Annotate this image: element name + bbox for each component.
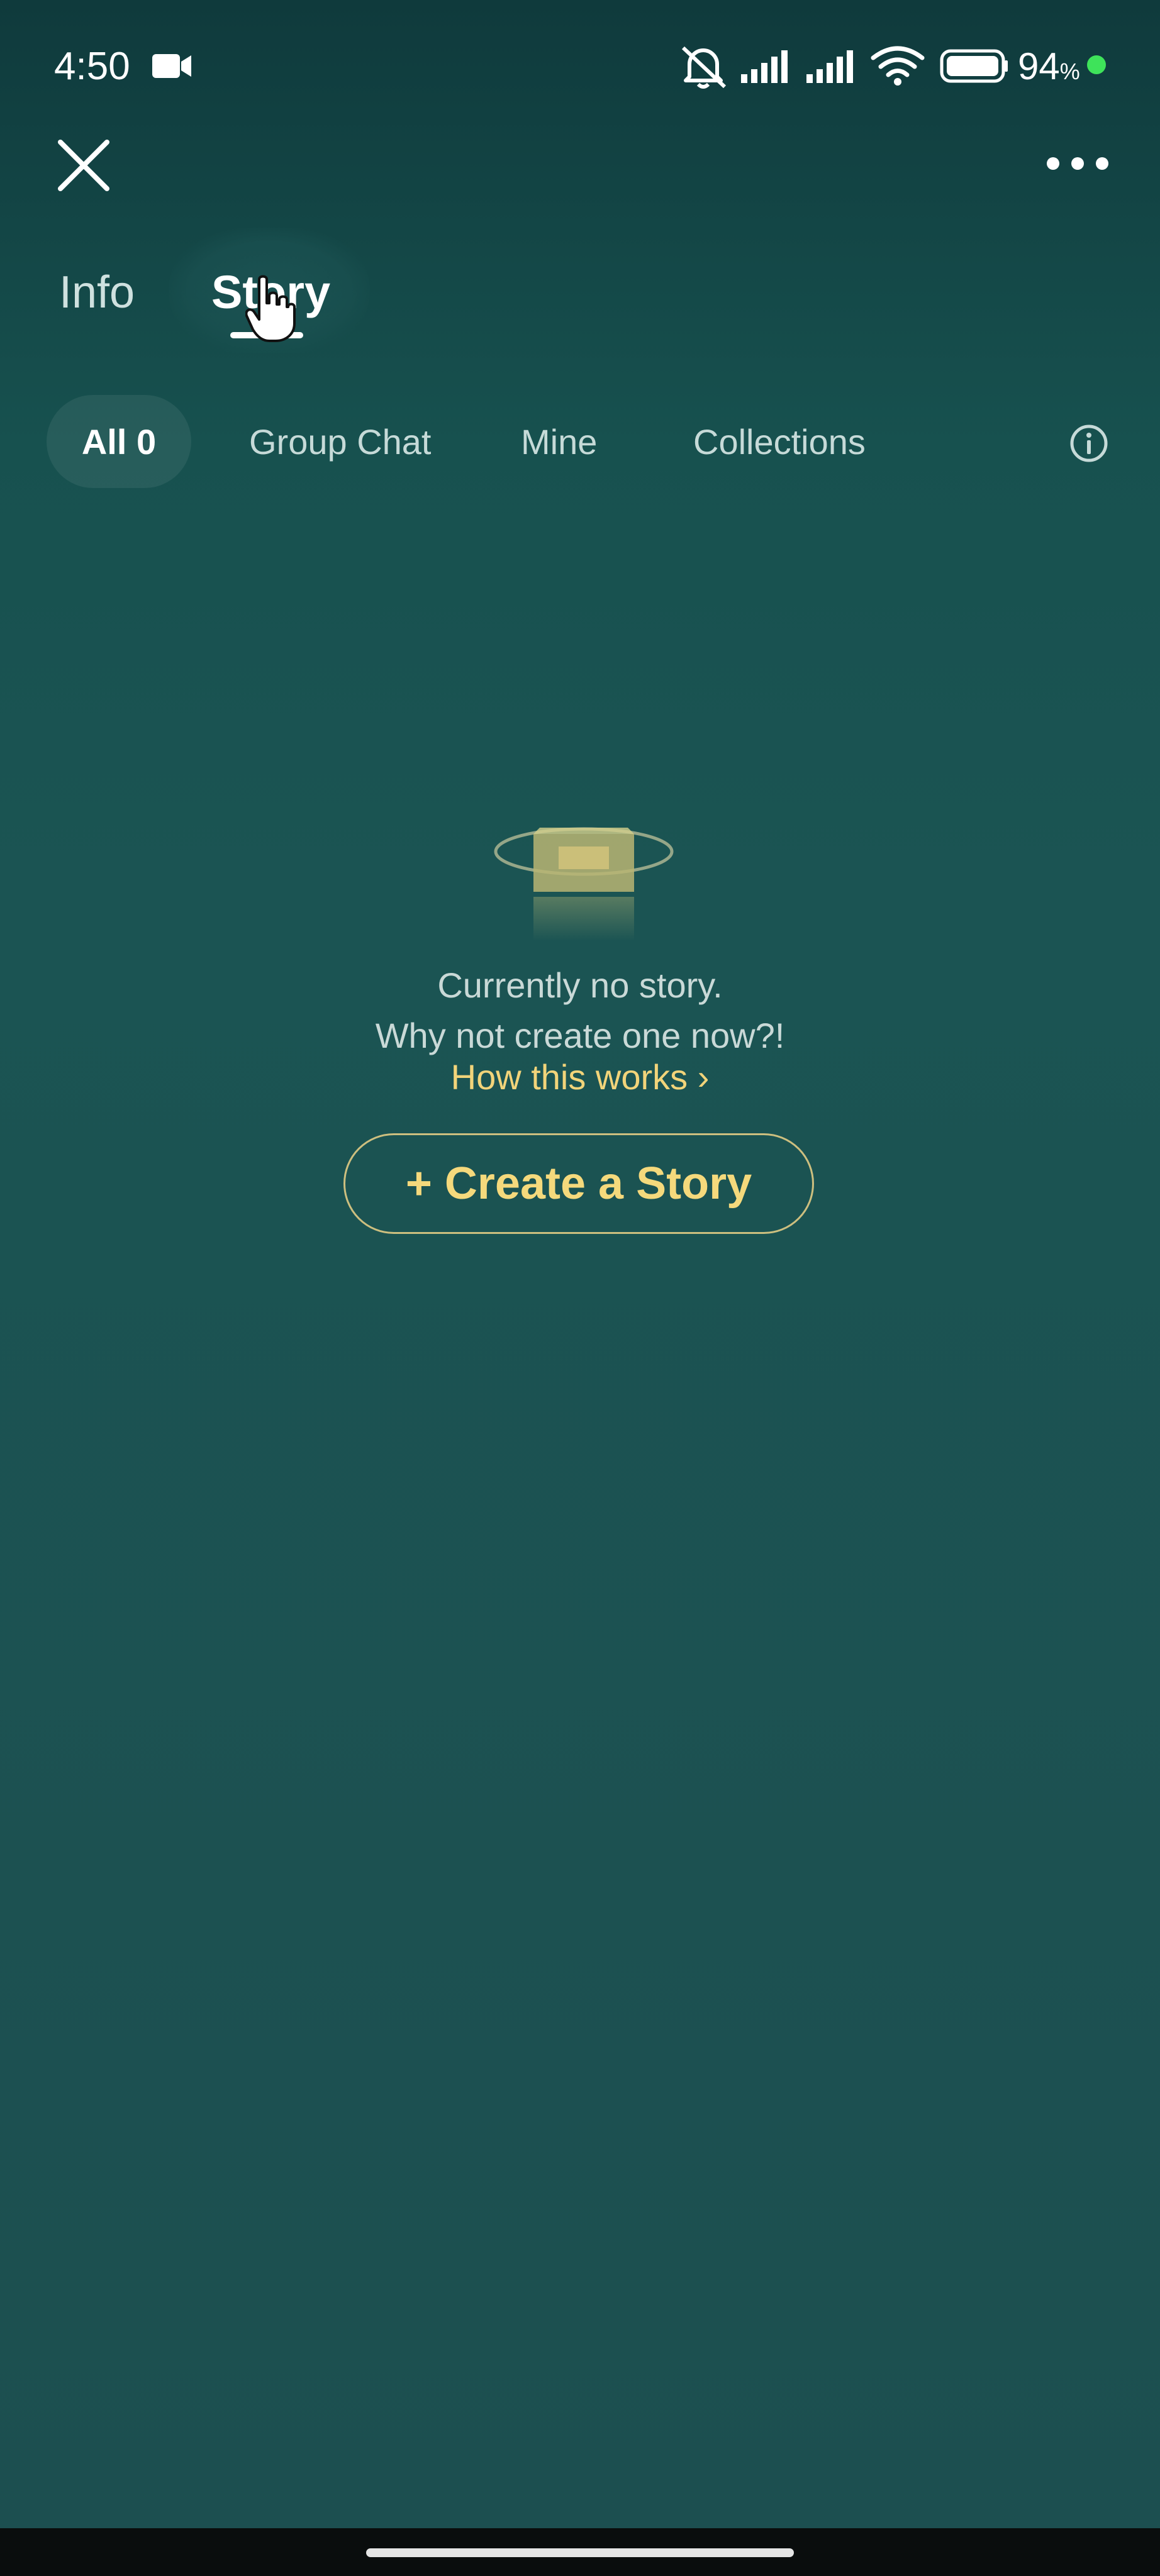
tab-info[interactable]: Info bbox=[59, 264, 135, 321]
mute-icon bbox=[681, 46, 727, 89]
how-this-works-link[interactable]: How this works › bbox=[0, 1055, 1160, 1099]
filter-all[interactable]: All 0 bbox=[47, 395, 191, 488]
signal-icon bbox=[741, 50, 788, 83]
filter-collections[interactable]: Collections bbox=[693, 420, 866, 464]
empty-message: Currently no story. bbox=[437, 965, 723, 1005]
charging-dot-icon bbox=[1087, 55, 1106, 74]
wifi-icon bbox=[871, 46, 925, 86]
filter-mine[interactable]: Mine bbox=[521, 420, 597, 464]
empty-prompt: Why not create one now?! bbox=[375, 1016, 785, 1055]
home-indicator[interactable] bbox=[366, 2548, 794, 2557]
battery-percent: 94% bbox=[1018, 45, 1080, 87]
close-icon[interactable] bbox=[55, 137, 112, 194]
battery-icon bbox=[940, 49, 1008, 83]
create-story-button[interactable]: + Create a Story bbox=[343, 1133, 814, 1234]
hand-cursor-icon bbox=[245, 275, 296, 342]
more-dots-icon[interactable] bbox=[1044, 148, 1111, 179]
status-time: 4:50 bbox=[54, 45, 130, 88]
signal-icon bbox=[806, 50, 853, 83]
filter-group-chat[interactable]: Group Chat bbox=[249, 420, 432, 464]
info-circle-icon[interactable] bbox=[1069, 424, 1108, 463]
empty-inbox-icon bbox=[494, 827, 674, 941]
video-camera-icon bbox=[152, 54, 191, 78]
